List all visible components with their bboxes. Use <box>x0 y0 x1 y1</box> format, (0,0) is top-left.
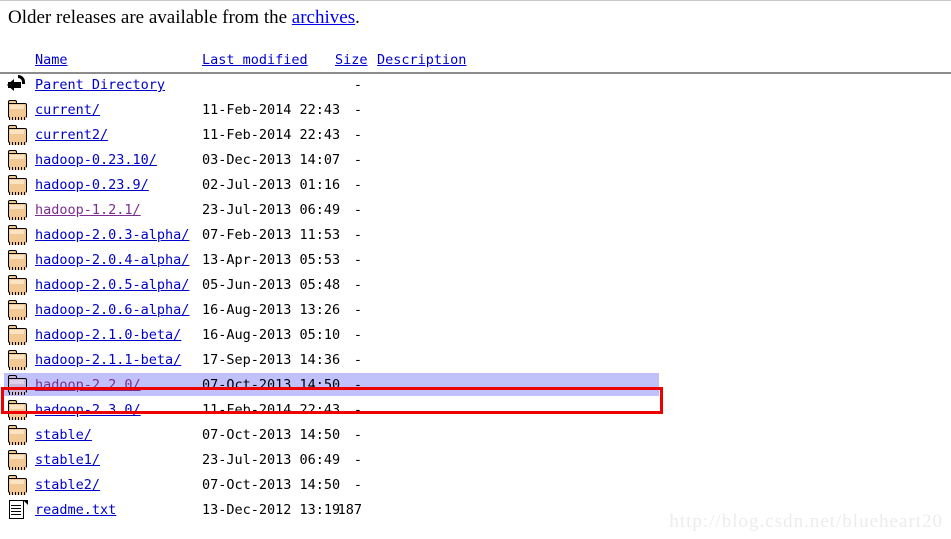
table-row[interactable]: hadoop-2.1.0-beta/16-Aug-2013 05:10- <box>0 323 951 348</box>
folder-icon <box>8 125 28 146</box>
intro-sentence: Older releases are available from the ar… <box>8 7 360 29</box>
size-value: - <box>353 252 362 268</box>
size-value: - <box>353 152 362 168</box>
folder-icon <box>8 450 28 471</box>
folder-icon <box>8 425 28 446</box>
table-row[interactable]: hadoop-0.23.10/03-Dec-2013 14:07- <box>0 148 951 173</box>
file-name-link[interactable]: stable/ <box>35 427 92 443</box>
folder-icon <box>8 325 28 346</box>
table-row[interactable]: stable/07-Oct-2013 14:50- <box>0 423 951 448</box>
directory-listing: Name Last modified Size Description Pare… <box>0 49 951 523</box>
file-name-link[interactable]: current2/ <box>35 127 108 143</box>
table-row[interactable]: hadoop-2.0.4-alpha/13-Apr-2013 05:53- <box>0 248 951 273</box>
file-name-link[interactable]: stable1/ <box>35 452 100 468</box>
table-row[interactable]: stable2/07-Oct-2013 14:50- <box>0 473 951 498</box>
table-row[interactable]: hadoop-2.1.1-beta/17-Sep-2013 14:36- <box>0 348 951 373</box>
table-row[interactable]: hadoop-2.0.3-alpha/07-Feb-2013 11:53- <box>0 223 951 248</box>
table-row[interactable]: current/11-Feb-2014 22:43- <box>0 98 951 123</box>
size-value: - <box>353 277 362 293</box>
column-header-last-modified[interactable]: Last modified <box>202 52 308 68</box>
listing-header-row: Name Last modified Size Description <box>0 49 951 71</box>
text-file-icon <box>8 500 28 521</box>
intro-text-before: Older releases are available from the <box>8 7 292 28</box>
folder-icon <box>8 175 28 196</box>
size-value: - <box>353 377 362 393</box>
size-value: - <box>353 202 362 218</box>
size-value: - <box>353 227 362 243</box>
size-value: - <box>353 352 362 368</box>
table-row[interactable]: Parent Directory - <box>0 73 951 98</box>
file-name-link[interactable]: hadoop-0.23.10/ <box>35 152 157 168</box>
watermark-text: http://blog.csdn.net/blueheart20 <box>669 511 943 532</box>
folder-icon <box>8 400 28 421</box>
file-name-link[interactable]: hadoop-2.0.3-alpha/ <box>35 227 189 243</box>
table-row[interactable]: hadoop-2.0.6-alpha/16-Aug-2013 13:26- <box>0 298 951 323</box>
back-arrow-icon <box>7 75 28 96</box>
folder-icon <box>8 300 28 321</box>
column-header-description[interactable]: Description <box>377 52 466 68</box>
size-value: - <box>353 77 362 93</box>
size-value: - <box>353 427 362 443</box>
table-row[interactable]: hadoop-0.23.9/02-Jul-2013 01:16- <box>0 173 951 198</box>
size-value: - <box>353 452 362 468</box>
size-value: - <box>353 327 362 343</box>
size-value: - <box>353 127 362 143</box>
folder-icon <box>8 375 28 396</box>
file-name-link[interactable]: stable2/ <box>35 477 100 493</box>
size-value: - <box>353 177 362 193</box>
file-name-link[interactable]: readme.txt <box>35 502 116 518</box>
file-name-link[interactable]: hadoop-2.1.0-beta/ <box>35 327 181 343</box>
folder-icon <box>8 350 28 371</box>
archives-link[interactable]: archives <box>292 7 355 28</box>
file-name-link[interactable]: current/ <box>35 102 100 118</box>
listing-rows: Parent Directory - current/11-Feb-2014 22:… <box>0 73 951 523</box>
file-name-link[interactable]: hadoop-1.2.1/ <box>35 202 141 218</box>
file-name-link[interactable]: Parent Directory <box>35 77 165 93</box>
size-value: - <box>353 302 362 318</box>
file-name-link[interactable]: hadoop-2.0.5-alpha/ <box>35 277 189 293</box>
table-row[interactable]: hadoop-2.0.5-alpha/05-Jun-2013 05:48- <box>0 273 951 298</box>
intro-text-after: . <box>355 7 360 28</box>
folder-icon <box>8 225 28 246</box>
table-row[interactable]: hadoop-1.2.1/23-Jul-2013 06:49- <box>0 198 951 223</box>
file-name-link[interactable]: hadoop-0.23.9/ <box>35 177 149 193</box>
file-name-link[interactable]: hadoop-2.0.4-alpha/ <box>35 252 189 268</box>
file-name-link[interactable]: hadoop-2.3.0/ <box>35 402 141 418</box>
file-name-link[interactable]: hadoop-2.0.6-alpha/ <box>35 302 189 318</box>
size-value: 187 <box>337 502 362 518</box>
folder-icon <box>8 100 28 121</box>
folder-icon <box>8 275 28 296</box>
size-value: - <box>353 402 362 418</box>
file-name-link[interactable]: hadoop-2.2.0/ <box>35 377 141 393</box>
folder-icon <box>8 250 28 271</box>
folder-icon <box>8 475 28 496</box>
size-value: - <box>353 477 362 493</box>
column-header-size[interactable]: Size <box>335 52 368 68</box>
size-value: - <box>353 102 362 118</box>
folder-icon <box>8 200 28 221</box>
file-name-link[interactable]: hadoop-2.1.1-beta/ <box>35 352 181 368</box>
table-row[interactable]: stable1/23-Jul-2013 06:49- <box>0 448 951 473</box>
column-header-name[interactable]: Name <box>35 52 68 68</box>
folder-icon <box>8 150 28 171</box>
table-row[interactable]: current2/11-Feb-2014 22:43- <box>0 123 951 148</box>
table-row[interactable]: hadoop-2.3.0/11-Feb-2014 22:43- <box>0 398 951 423</box>
table-row[interactable]: hadoop-2.2.0/07-Oct-2013 14:50- <box>0 373 951 398</box>
